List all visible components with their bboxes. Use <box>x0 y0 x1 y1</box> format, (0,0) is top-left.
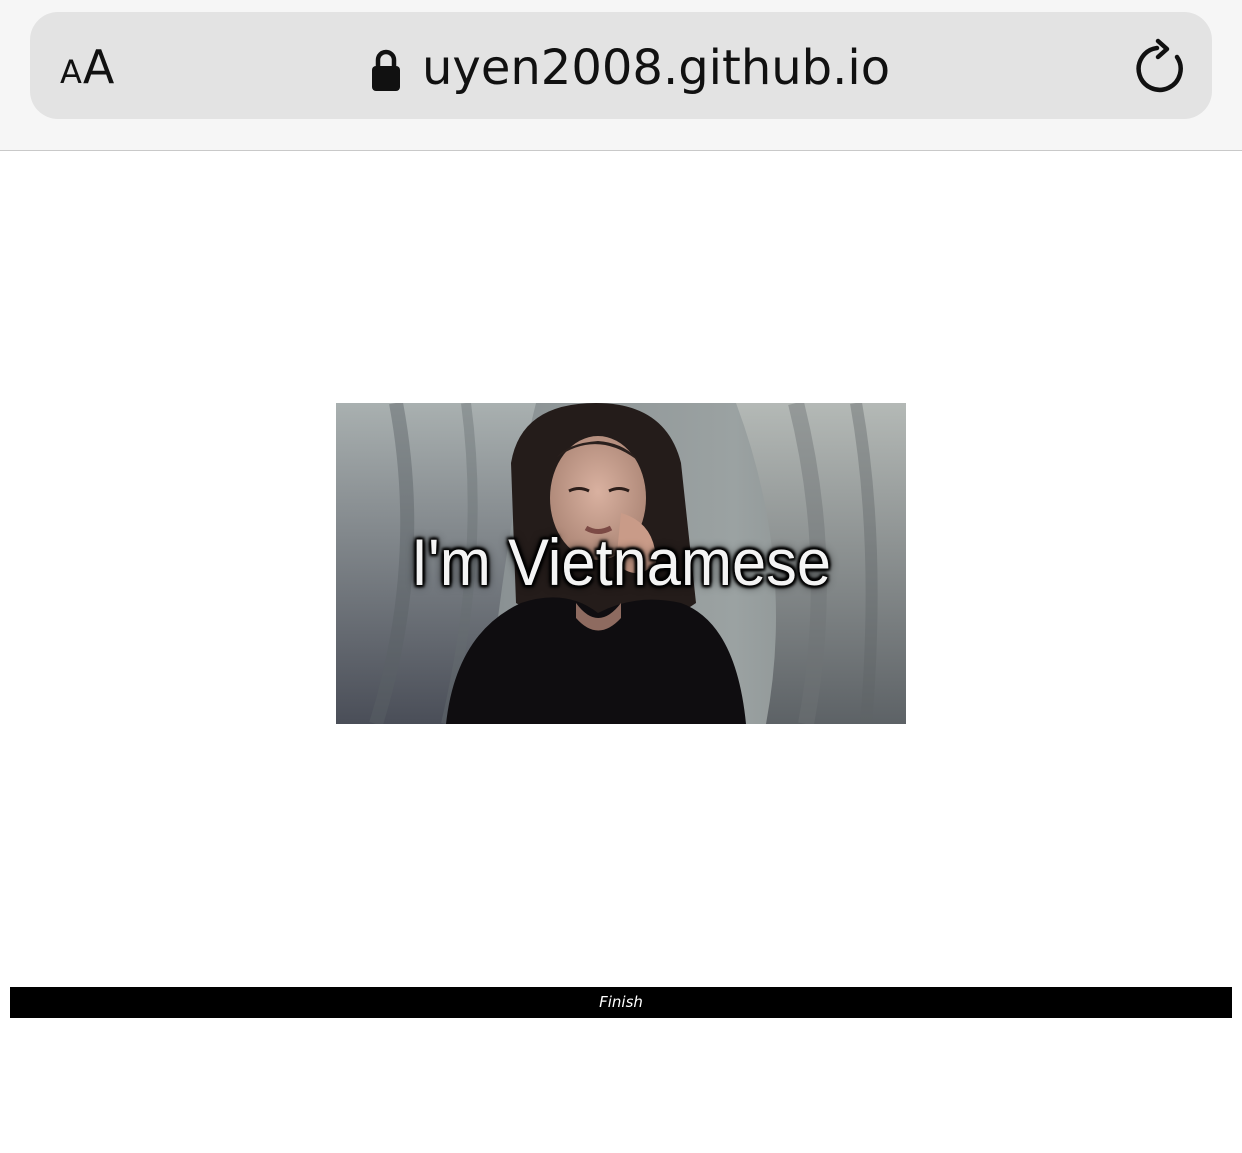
url-text: uyen2008.github.io <box>422 40 891 96</box>
reload-icon[interactable] <box>1134 38 1190 96</box>
hero-image: I'm Vietnamese <box>336 403 906 724</box>
text-size-large-letter: A <box>82 40 115 94</box>
finish-button[interactable]: Finish <box>10 987 1232 1018</box>
text-size-button[interactable]: A A <box>60 40 114 90</box>
url-display[interactable]: uyen2008.github.io <box>370 38 890 98</box>
page-content: I'm Vietnamese Finish <box>0 151 1242 1153</box>
text-size-small-letter: A <box>60 53 82 91</box>
browser-toolbar: A A uyen2008.github.io <box>0 0 1242 151</box>
hero-caption: I'm Vietnamese <box>411 525 831 599</box>
lock-icon <box>372 49 400 91</box>
